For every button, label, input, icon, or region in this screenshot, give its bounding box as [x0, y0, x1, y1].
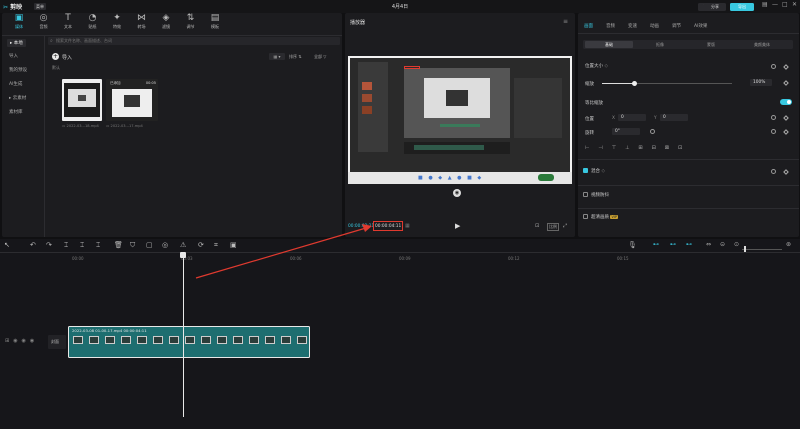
arrow-line — [195, 227, 367, 279]
annotation-arrow — [195, 224, 372, 279]
arrow-head — [362, 224, 372, 232]
